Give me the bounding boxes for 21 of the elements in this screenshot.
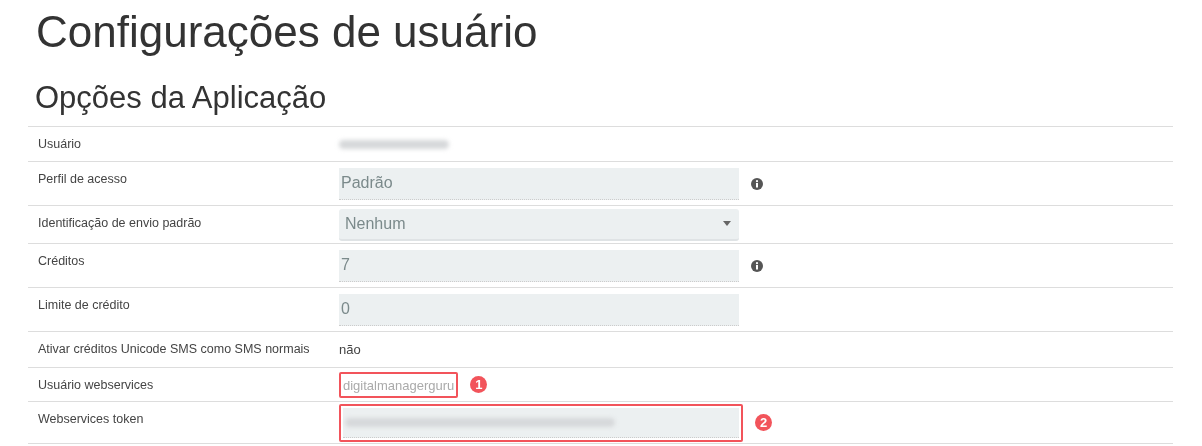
- number-badge: 1: [470, 376, 488, 393]
- setting-label: Identificação de envio padrão: [38, 216, 203, 230]
- setting-label: Ativar créditos Unicode SMS como SMS normais: [38, 342, 311, 356]
- setting-label: Usuário webservices: [38, 378, 155, 392]
- text-field[interactable]: 0: [339, 293, 739, 326]
- caret-icon: [723, 221, 731, 226]
- text-field[interactable]: 7: [339, 249, 739, 282]
- number-badge: 2: [755, 414, 772, 431]
- section-title: Opções da Aplicação: [35, 79, 328, 117]
- text-field[interactable]: Padrão: [339, 167, 739, 200]
- page-title: Configurações de usuário: [36, 6, 539, 58]
- info-icon[interactable]: [751, 177, 763, 190]
- info-icon[interactable]: [751, 259, 763, 272]
- setting-value: não: [339, 342, 361, 357]
- setting-label: Usuário: [38, 137, 83, 151]
- setting-label: Webservices token: [38, 412, 145, 426]
- setting-label: Limite de crédito: [38, 298, 131, 312]
- dropdown[interactable]: Nenhum: [339, 208, 739, 241]
- setting-label: Perfil de acesso: [38, 172, 128, 186]
- setting-value: digitalmanagerguru: [343, 377, 455, 393]
- setting-label: Créditos: [38, 254, 86, 268]
